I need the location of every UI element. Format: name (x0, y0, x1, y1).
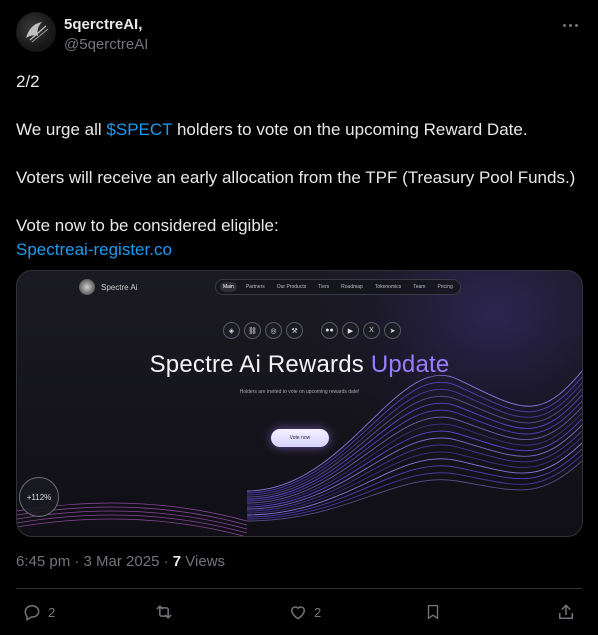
share-icon (559, 604, 573, 619)
repost-icon (156, 605, 172, 619)
site-nav-item: Roadmap (341, 284, 363, 290)
wave-line-left (17, 510, 248, 530)
site-nav: Main Partners Our Products Tiers Roadmap Toke… (215, 279, 461, 295)
wave-line-left (17, 514, 248, 534)
bookmark-icon (427, 604, 439, 620)
vote-now-button: Vote now (271, 429, 329, 447)
bookmark-button[interactable] (424, 598, 442, 626)
tweet-line: We urge all $SPECT holders to vote on th… (16, 118, 576, 142)
site-logo: Spectre Ai (79, 279, 137, 295)
tweet-time[interactable]: 6:45 pm (16, 553, 70, 570)
site-brand: Spectre Ai (101, 282, 138, 292)
more-options-icon[interactable] (558, 16, 582, 34)
tweet-line: 2/2 (16, 72, 40, 91)
site-nav-item: Our Products (276, 284, 307, 290)
tweet-text: 2/2 We urge all $SPECT holders to vote o… (16, 70, 576, 262)
share-button[interactable] (556, 598, 576, 626)
site-nav-item: Partners (245, 284, 265, 290)
meta-separator: · (159, 553, 173, 570)
site-nav-item: Team (413, 284, 426, 290)
medium-icon: ●● (321, 322, 338, 339)
coin-icon: ◎ (265, 322, 282, 339)
action-bar: 2 2 (16, 598, 582, 626)
meta-separator: · (70, 553, 84, 570)
logo-orb-icon (79, 279, 95, 295)
hero-title: Spectre Ai Rewards Update (17, 351, 582, 379)
divider (16, 588, 582, 589)
x-icon: X (363, 322, 380, 339)
heart-icon (291, 606, 305, 620)
chain-icon: ⛓ (244, 322, 261, 339)
reply-button[interactable]: 2 (22, 598, 55, 626)
reply-count: 2 (48, 604, 56, 620)
tweet-line: Voters will receive an early allocation … (16, 168, 576, 187)
cashtag-link[interactable]: $SPECT (106, 120, 172, 139)
views-label: Views (181, 553, 226, 570)
social-icons: ◈ ⛓ ◎ ⚒ ●● ▶ X ➤ (223, 322, 401, 339)
site-nav-item: Tokenomics (374, 284, 402, 290)
tweet-line: Vote now to be considered eligible: (16, 216, 279, 235)
tweet-date[interactable]: 3 Mar 2025 (84, 553, 160, 570)
reply-icon (24, 605, 40, 621)
external-link[interactable]: Spectreai-register.co (16, 238, 576, 262)
tool-icon: ⚒ (286, 322, 303, 339)
tweet-text-segment: holders to vote on the upcoming Reward D… (172, 120, 528, 139)
hero-title-main: Spectre Ai Rewards (149, 351, 371, 378)
telegram-icon: ➤ (384, 322, 401, 339)
media-image[interactable]: Spectre Ai Main Partners Our Products Tiers… (16, 270, 583, 537)
site-nav-item: Main (220, 282, 237, 292)
wave-graphic (17, 370, 582, 536)
repost-button[interactable] (153, 598, 175, 626)
tweet-text-segment: We urge all (16, 120, 107, 139)
binance-icon: ◈ (223, 322, 240, 339)
wave-line-left (17, 518, 245, 536)
youtube-icon: ▶ (342, 322, 359, 339)
hero-subtitle: Holders are invited to vote on upcoming … (239, 389, 360, 395)
like-button[interactable]: 2 (288, 598, 321, 626)
handle[interactable]: @5qerctreAI (64, 36, 148, 53)
display-name[interactable]: 5qerctreAI, (64, 16, 142, 33)
like-count: 2 (314, 604, 322, 620)
site-nav-item: Pricing (437, 284, 453, 290)
hero-title-accent: Update (370, 351, 450, 378)
percent-badge: +112% (19, 477, 59, 517)
views-count[interactable]: 7 (173, 553, 181, 570)
tweet-meta: 6:45 pm · 3 Mar 2025 · 7 Views (16, 553, 225, 570)
site-nav-item: Tiers (318, 284, 330, 290)
tweet-header: 5qerctreAI, @5qerctreAI (16, 12, 582, 56)
avatar[interactable] (16, 12, 56, 52)
